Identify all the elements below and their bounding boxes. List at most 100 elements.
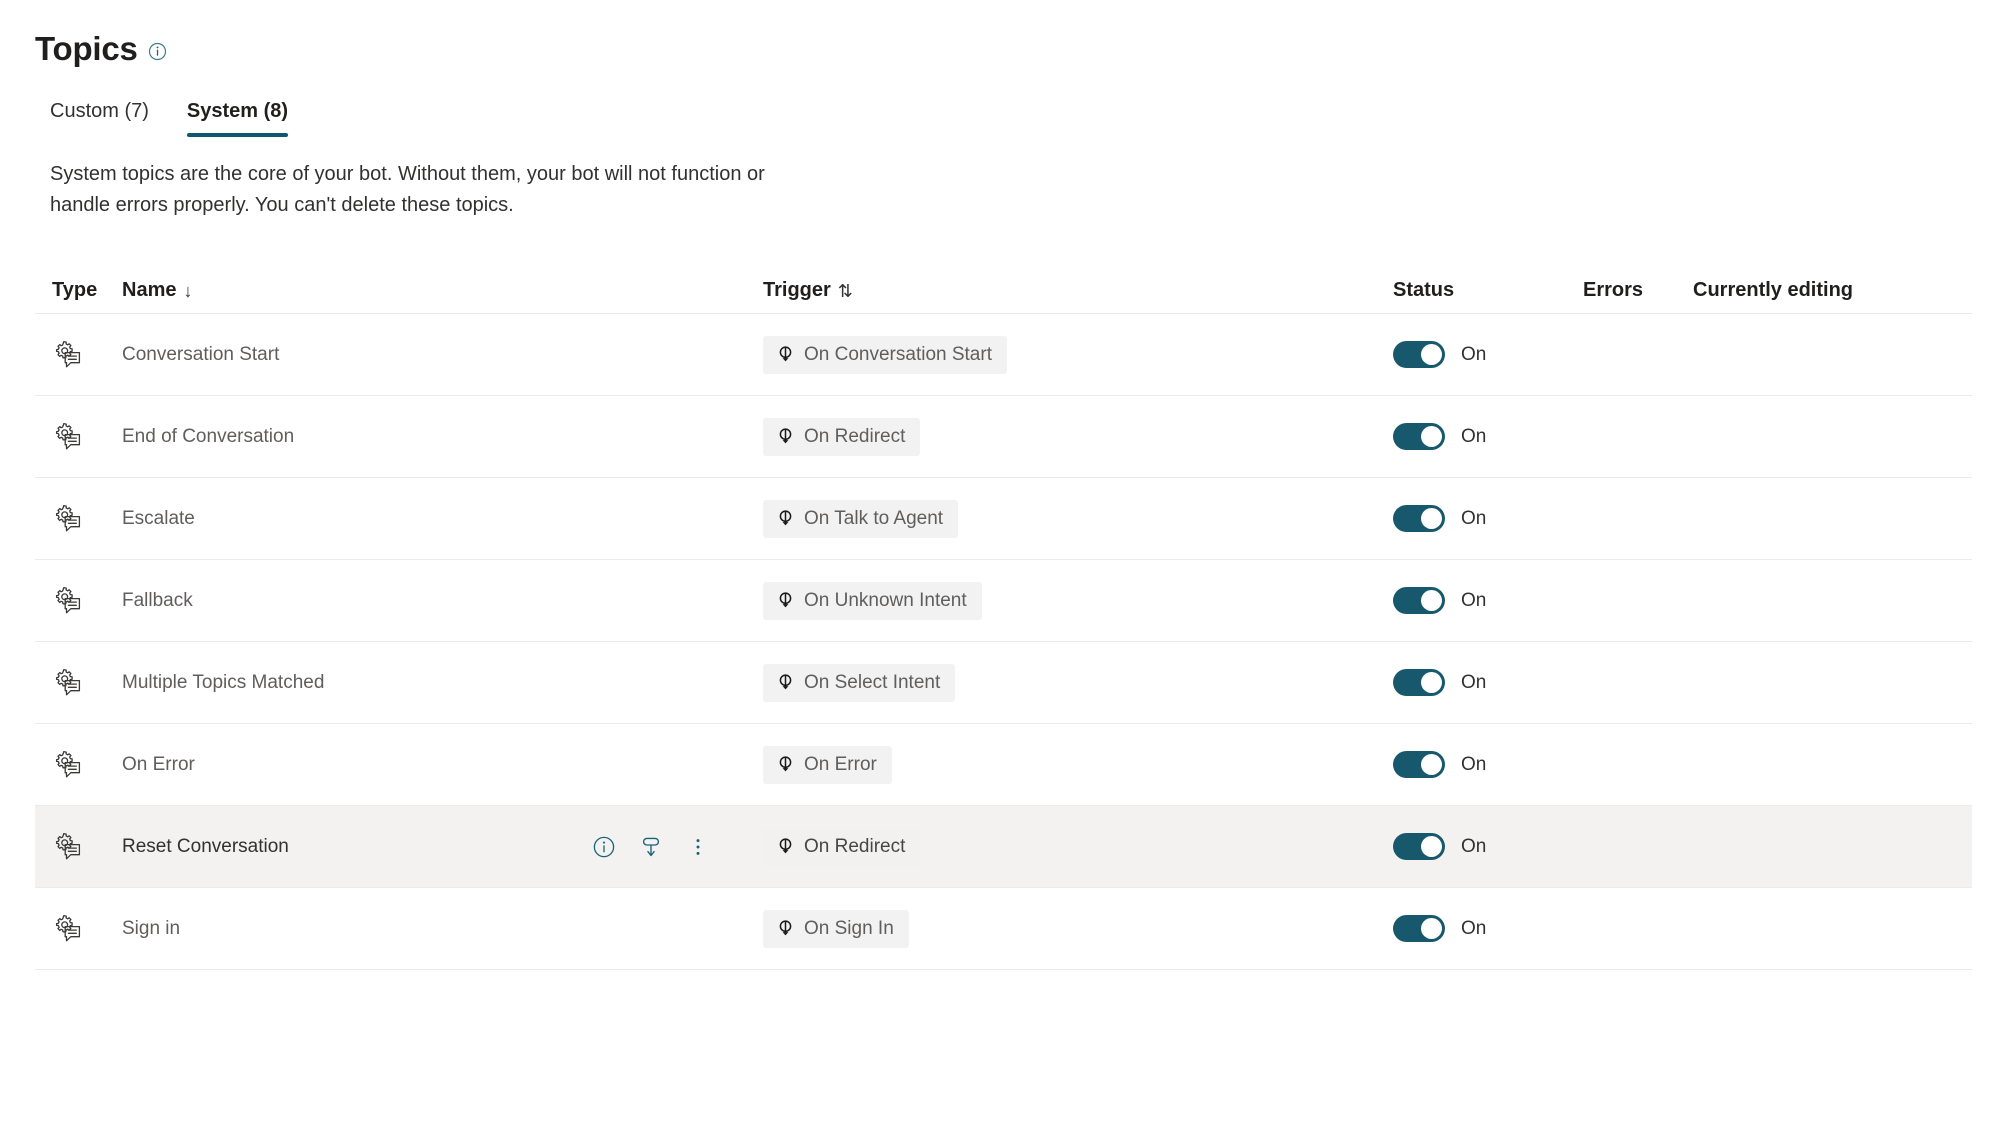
trigger-pill[interactable]: On Conversation Start [763, 335, 1007, 374]
row-callout-icon[interactable] [639, 835, 663, 859]
status-toggle[interactable] [1393, 751, 1445, 778]
row-status-cell: On [1393, 751, 1583, 778]
topic-name: Fallback [122, 589, 193, 611]
toggle-knob [1421, 836, 1442, 857]
status-label: On [1461, 589, 1487, 611]
row-name-cell: Sign in [103, 918, 763, 940]
status-toggle[interactable] [1393, 505, 1445, 532]
trigger-pill[interactable]: On Redirect [763, 827, 921, 866]
status-toggle[interactable] [1393, 915, 1445, 942]
tab-system[interactable]: System (8) [186, 98, 289, 137]
sort-descending-icon: ↓ [183, 280, 193, 301]
row-name-cell: End of Conversation [103, 426, 763, 448]
system-topic-icon [55, 340, 81, 367]
system-topic-icon [55, 914, 81, 941]
status-toggle[interactable] [1393, 833, 1445, 860]
tab-custom-label: Custom (7) [50, 100, 149, 122]
status-toggle[interactable] [1393, 341, 1445, 368]
row-more-menu-icon[interactable] [686, 835, 710, 859]
row-type-cell [35, 422, 103, 452]
table-row[interactable]: Fallback On Unknown Intent On [35, 560, 1972, 642]
column-header-type: Type [52, 279, 98, 301]
table-row[interactable]: On Error On Error On [35, 724, 1972, 806]
row-trigger-cell: On Select Intent [763, 663, 1393, 702]
row-type-cell [35, 832, 103, 862]
status-label: On [1461, 753, 1487, 775]
trigger-label: On Select Intent [804, 671, 941, 693]
row-status-cell: On [1393, 423, 1583, 450]
column-header-errors: Errors [1583, 279, 1644, 301]
page-title: Topics [35, 30, 138, 67]
row-type-cell [35, 586, 103, 616]
system-topic-icon [55, 422, 81, 449]
table-row[interactable]: End of Conversation On Redirect On [35, 396, 1972, 478]
trigger-label: On Conversation Start [804, 343, 992, 365]
toggle-knob [1421, 426, 1442, 447]
trigger-label: On Sign In [804, 917, 894, 939]
trigger-pill[interactable]: On Sign In [763, 909, 909, 948]
row-info-icon[interactable] [592, 835, 616, 859]
table-row[interactable]: Multiple Topics Matched On Select Intent… [35, 642, 1972, 724]
row-name-cell: Fallback [103, 590, 763, 612]
table-row[interactable]: Reset Conversation On Redirect On [35, 806, 1972, 888]
column-header-trigger[interactable]: Trigger ⇅ [763, 279, 1393, 302]
trigger-icon [779, 674, 792, 690]
row-type-cell [35, 668, 103, 698]
status-label: On [1461, 917, 1487, 939]
status-toggle[interactable] [1393, 669, 1445, 696]
system-topic-icon [55, 832, 81, 859]
column-header-status: Status [1393, 279, 1455, 301]
trigger-pill[interactable]: On Error [763, 745, 892, 784]
tab-system-label: System (8) [186, 100, 289, 122]
toggle-knob [1421, 918, 1442, 939]
row-status-cell: On [1393, 669, 1583, 696]
row-status-cell: On [1393, 587, 1583, 614]
trigger-label: On Unknown Intent [804, 589, 967, 611]
trigger-icon [779, 510, 792, 526]
system-topic-icon [55, 586, 81, 613]
status-toggle[interactable] [1393, 587, 1445, 614]
row-name-cell: Conversation Start [103, 344, 763, 366]
table-header-row: Type Name ↓ Trigger ⇅ Status Errors Curr… [35, 268, 1972, 314]
column-header-name[interactable]: Name ↓ [103, 279, 763, 302]
toggle-knob [1421, 672, 1442, 693]
row-trigger-cell: On Error [763, 745, 1393, 784]
topic-name: Escalate [122, 507, 195, 529]
trigger-icon [779, 346, 792, 362]
column-header-name-label: Name [122, 279, 177, 301]
row-status-cell: On [1393, 833, 1583, 860]
status-toggle[interactable] [1393, 423, 1445, 450]
topics-table: Type Name ↓ Trigger ⇅ Status Errors Curr… [35, 268, 1972, 970]
status-label: On [1461, 425, 1487, 447]
trigger-icon [779, 428, 792, 444]
trigger-icon [779, 756, 792, 772]
status-label: On [1461, 835, 1487, 857]
trigger-pill[interactable]: On Select Intent [763, 663, 956, 702]
info-circle-icon[interactable] [148, 42, 167, 61]
column-header-trigger-label: Trigger [763, 279, 831, 301]
status-label: On [1461, 343, 1487, 365]
topic-name: Sign in [122, 917, 181, 939]
table-row[interactable]: Sign in On Sign In On [35, 888, 1972, 970]
tab-custom[interactable]: Custom (7) [50, 98, 149, 137]
trigger-pill[interactable]: On Talk to Agent [763, 499, 959, 538]
trigger-icon [779, 592, 792, 608]
row-trigger-cell: On Redirect [763, 827, 1393, 866]
row-type-cell [35, 340, 103, 370]
topics-tablist: Custom (7) System (8) [0, 62, 2007, 137]
trigger-pill[interactable]: On Unknown Intent [763, 581, 982, 620]
system-topic-icon [55, 668, 81, 695]
topic-name: End of Conversation [122, 425, 295, 447]
toggle-knob [1421, 508, 1442, 529]
system-topic-icon [55, 504, 81, 531]
row-trigger-cell: On Redirect [763, 417, 1393, 456]
trigger-label: On Redirect [804, 425, 906, 447]
sort-unsorted-icon: ⇅ [837, 280, 853, 301]
row-trigger-cell: On Conversation Start [763, 335, 1393, 374]
table-row[interactable]: Conversation Start On Conversation Start… [35, 314, 1972, 396]
toggle-knob [1421, 344, 1442, 365]
topic-name: Conversation Start [122, 343, 280, 365]
status-label: On [1461, 507, 1487, 529]
table-row[interactable]: Escalate On Talk to Agent On [35, 478, 1972, 560]
trigger-pill[interactable]: On Redirect [763, 417, 921, 456]
